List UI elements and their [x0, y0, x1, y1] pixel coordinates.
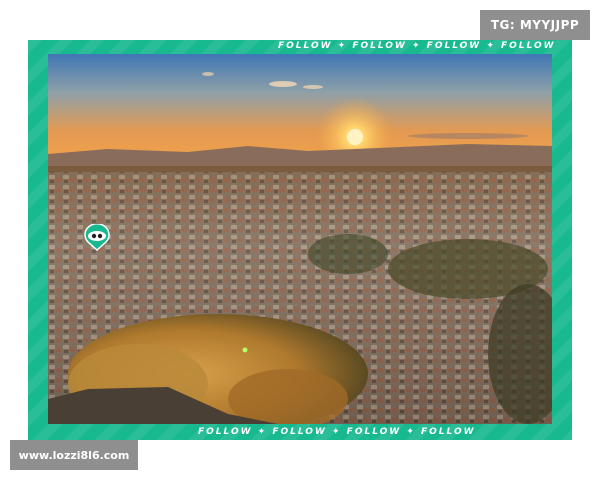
follow-ticker-top: FOLLOW ✦ FOLLOW ✦ FOLLOW ✦ FOLLOW [278, 41, 556, 51]
follow-ticker-bottom: FOLLOW ✦ FOLLOW ✦ FOLLOW ✦ FOLLOW [198, 427, 476, 437]
eye-badge-icon [84, 224, 110, 252]
telegram-watermark: TG: MYYJJPP [480, 10, 590, 40]
green-photo-frame: FOLLOW ✦ FOLLOW ✦ FOLLOW ✦ FOLLOW FOLLOW… [28, 40, 572, 440]
website-watermark: www.lozzi8l6.com [10, 440, 138, 470]
sunset-cityscape-photo [48, 54, 552, 424]
